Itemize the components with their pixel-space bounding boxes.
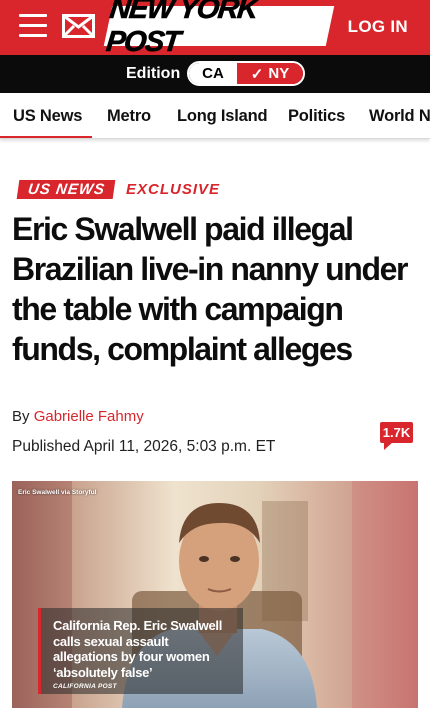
article-headline: Eric Swalwell paid illegal Brazilian liv…	[12, 211, 408, 367]
site-logo[interactable]: NEW YORK POST	[103, 0, 335, 58]
nav-item-metro[interactable]: Metro	[107, 107, 151, 126]
edition-option-ny-label: NY	[268, 65, 290, 82]
video-caption-text: California Rep. Eric Swalwell calls sexu…	[53, 618, 223, 680]
video-caption-source: CALIFORNIA POST	[53, 683, 117, 690]
nav-item-world-news[interactable]: World News	[369, 107, 430, 126]
edition-toggle[interactable]: CA ✓ NY	[187, 61, 305, 86]
newsletter-mail-icon[interactable]	[62, 14, 95, 38]
edition-option-ny[interactable]: ✓ NY	[237, 63, 303, 84]
nav-active-indicator	[0, 136, 92, 138]
publish-date: Published April 11, 2026, 5:03 p.m. ET	[12, 438, 276, 455]
comment-count: 1.7K	[380, 422, 413, 443]
menu-icon[interactable]	[19, 14, 47, 38]
comment-bubble-tail	[384, 442, 393, 450]
byline-prefix: By	[12, 408, 30, 425]
edition-label: Edition	[126, 65, 181, 82]
site-header: NEW YORK POST LOG IN	[0, 0, 430, 58]
exclusive-tag: EXCLUSIVE	[126, 181, 221, 198]
edition-bar: Edition CA ✓ NY	[0, 55, 430, 93]
nav-item-us-news[interactable]: US News	[13, 107, 82, 126]
section-nav: US News Metro Long Island Politics World…	[0, 93, 430, 139]
nav-item-long-island[interactable]: Long Island	[177, 107, 268, 126]
video-credit: Eric Swalwell via Storyful	[18, 489, 97, 496]
video-player[interactable]: Eric Swalwell via Storyful California Re…	[12, 481, 418, 708]
video-caption: California Rep. Eric Swalwell calls sexu…	[38, 608, 243, 694]
edition-option-ca[interactable]: CA	[189, 63, 237, 84]
nav-item-politics[interactable]: Politics	[288, 107, 345, 126]
section-tag[interactable]: US NEWS	[16, 180, 116, 199]
byline: By Gabrielle Fahmy	[12, 408, 144, 425]
author-link[interactable]: Gabrielle Fahmy	[34, 408, 144, 425]
check-icon: ✓	[250, 65, 264, 83]
login-button[interactable]: LOG IN	[348, 17, 408, 37]
comments-button[interactable]: 1.7K	[380, 422, 413, 450]
